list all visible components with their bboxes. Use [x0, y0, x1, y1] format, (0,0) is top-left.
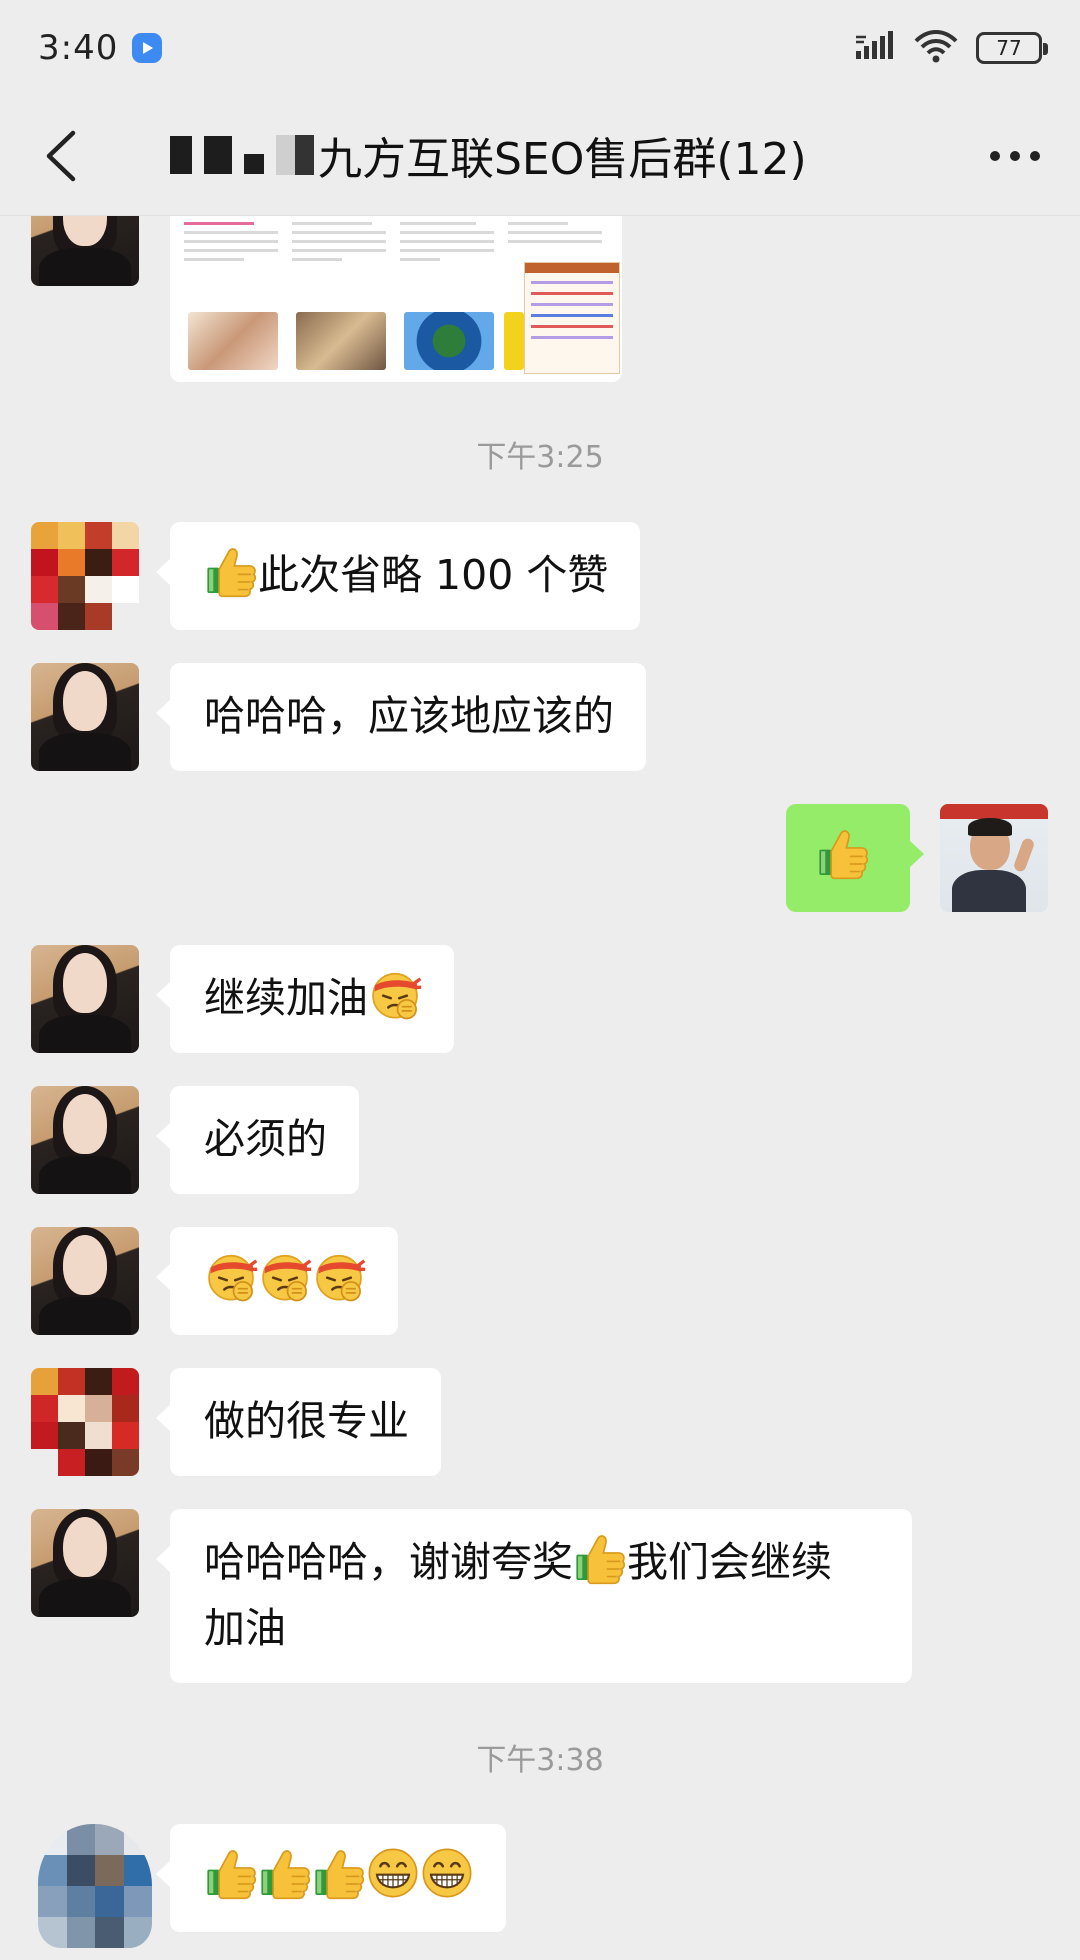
message-text: 加油 [204, 1604, 286, 1652]
chevron-left-icon [46, 130, 76, 182]
avatar[interactable] [31, 216, 139, 286]
avatar[interactable] [31, 1086, 139, 1194]
avatar[interactable] [31, 1368, 139, 1476]
grin-face-icon [366, 1846, 420, 1900]
chat-title-area[interactable]: 九方互联SEO售后群(12) [170, 122, 930, 188]
fighting-face-icon [258, 1249, 312, 1303]
message-bubble[interactable]: 做的很专业 [156, 1368, 441, 1476]
chat-header: 九方互联SEO售后群(12) [0, 96, 1080, 216]
thumbs-up-icon [204, 1846, 258, 1900]
timestamp: 下午3:25 [476, 440, 604, 475]
status-time: 3:40 [38, 28, 119, 68]
image-message[interactable] [170, 216, 622, 382]
wifi-icon [914, 29, 958, 67]
more-options-button[interactable] [980, 124, 1050, 188]
chat-title: 九方互联SEO售后群(12) [318, 134, 807, 185]
grin-face-icon [420, 1846, 474, 1900]
avatar[interactable] [31, 522, 139, 630]
message-text: 哈哈哈哈，谢谢夸奖 [204, 1538, 573, 1586]
message-list[interactable]: 下午3:25 此次省略 100 个赞 哈哈哈，应该地应该的 继续加油 必须的 做… [0, 216, 1080, 1960]
message-bubble[interactable]: 哈哈哈，应该地应该的 [156, 663, 646, 771]
message-bubble[interactable] [156, 1227, 398, 1335]
redacted-name-block [170, 135, 314, 175]
avatar[interactable] [31, 945, 139, 1053]
timestamp: 下午3:38 [476, 1743, 604, 1778]
message-bubble[interactable]: 必须的 [156, 1086, 359, 1194]
message-text: 我们会继续 [627, 1538, 832, 1586]
thumbs-up-icon [258, 1846, 312, 1900]
my-avatar[interactable] [940, 804, 1048, 912]
fighting-face-icon [204, 1249, 258, 1303]
message-bubble[interactable]: 继续加油 [156, 945, 454, 1053]
message-bubble[interactable] [156, 1824, 506, 1932]
avatar[interactable] [31, 1227, 139, 1335]
message-text: 做的很专业 [204, 1397, 409, 1445]
outgoing-message-bubble[interactable] [786, 804, 924, 912]
battery-indicator: 77 [976, 32, 1048, 64]
message-text: 必须的 [204, 1115, 327, 1163]
fighting-face-icon [368, 967, 422, 1021]
thumbs-up-icon [312, 1846, 366, 1900]
avatar[interactable] [38, 1824, 152, 1948]
thumbs-up-icon [816, 826, 870, 880]
fighting-face-icon [312, 1249, 366, 1303]
message-text: 此次省略 100 个赞 [258, 551, 609, 599]
message-text: 继续加油 [204, 974, 368, 1022]
message-bubble[interactable]: 此次省略 100 个赞 [155, 522, 641, 630]
thumbs-up-icon [204, 544, 258, 598]
avatar[interactable] [31, 1509, 139, 1617]
media-playing-icon [132, 33, 163, 63]
message-bubble[interactable]: 哈哈哈哈，谢谢夸奖 我们会继续 加油 [156, 1509, 912, 1683]
thumbs-up-icon [573, 1531, 627, 1585]
signal-icon [856, 31, 896, 65]
avatar[interactable] [31, 663, 139, 771]
more-dots-icon [990, 151, 1040, 161]
back-button[interactable] [28, 124, 92, 188]
status-bar: 3:40 77 [0, 0, 1080, 96]
message-text: 哈哈哈，应该地应该的 [204, 692, 614, 740]
